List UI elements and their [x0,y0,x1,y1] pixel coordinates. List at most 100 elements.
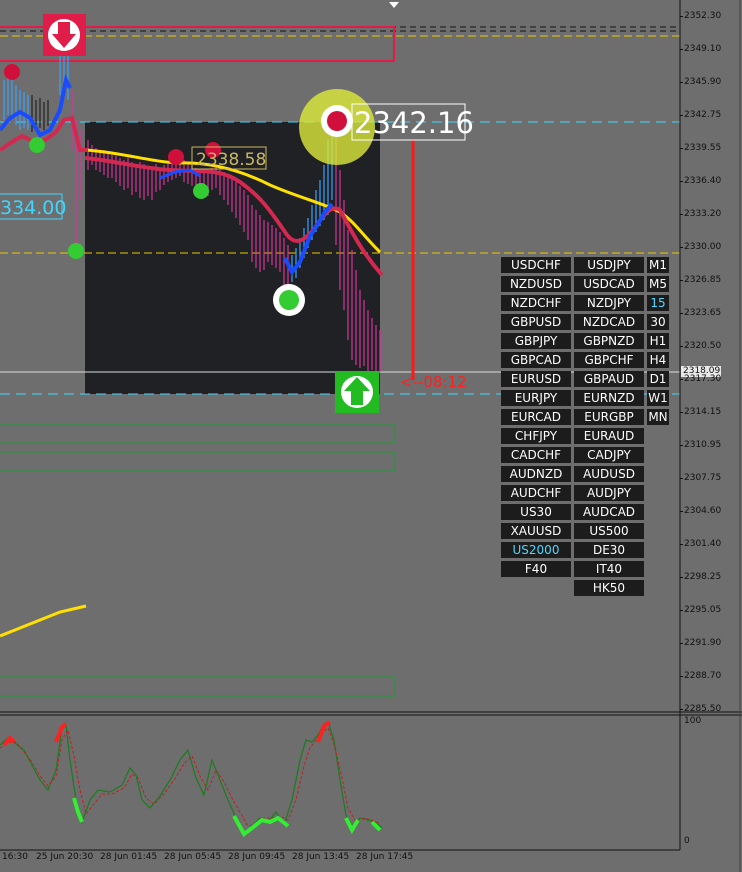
symbol-button[interactable]: EURUSD [501,371,571,387]
symbol-button[interactable]: AUDNZD [501,466,571,482]
oscillator-axis-100: 100 [684,716,702,726]
triangle-down-icon[interactable] [389,2,399,8]
oscillator-oversold-green-3 [344,817,360,835]
symbol-button[interactable]: US2000 [501,542,571,558]
symbol-button[interactable]: DE30 [574,542,644,558]
price-axis-tick [680,544,683,545]
symbol-button[interactable]: AUDJPY [574,485,644,501]
price-axis-label: 2339.55 [684,143,722,153]
price-axis-tick [680,577,683,578]
price-axis-label: 2301.40 [684,539,722,549]
price-axis-tick [680,313,683,314]
demand-zone-2 [0,451,396,472]
symbol-button[interactable]: IT40 [574,561,644,577]
price-axis-tick [680,346,683,347]
price-axis-label: 2333.20 [684,209,722,219]
symbol-button[interactable]: GBPCAD [501,352,571,368]
symbol-button[interactable]: EURJPY [501,390,571,406]
price-axis-label: 2352.30 [684,11,722,21]
buy-dot [29,137,45,153]
time-label: 16:30 [2,852,28,862]
symbol-button[interactable]: NZDJPY [574,295,644,311]
symbol-button[interactable]: GBPUSD [501,314,571,330]
symbol-button[interactable]: GBPJPY [501,333,571,349]
time-label: 28 Jun 17:45 [356,852,414,862]
oscillator-oversold-green-4 [370,820,382,832]
buy-dot [68,243,84,259]
sell-dot [4,64,20,80]
symbol-button[interactable]: GBPAUD [574,371,644,387]
timeframe-button[interactable]: D1 [647,371,669,387]
timeframe-button[interactable]: W1 [647,390,669,406]
symbol-button[interactable]: XAUUSD [501,523,571,539]
timeframe-button[interactable]: H4 [647,352,669,368]
price-axis-label: 2314.15 [684,407,722,417]
price-axis-tick [680,676,683,677]
price-axis-label: 2310.95 [684,440,722,450]
price-axis-label: 2288.70 [684,671,722,681]
price-axis-tick [680,82,683,83]
symbol-button[interactable]: NZDCHF [501,295,571,311]
price-axis-label: 2285.50 [684,704,722,714]
price-axis-tick [680,280,683,281]
symbol-button[interactable]: USDJPY [574,257,644,273]
symbol-button[interactable]: GBPNZD [574,333,644,349]
buy-dot [193,183,209,199]
oscillator-oversold-green-2 [232,815,290,837]
symbol-button[interactable]: EURAUD [574,428,644,444]
symbol-button[interactable]: CADCHF [501,447,571,463]
sell-dot [168,149,184,165]
timeframe-button[interactable]: MN [647,409,669,425]
symbol-button[interactable]: AUDUSD [574,466,644,482]
oscillator-oversold-green-1 [72,797,84,823]
symbol-button[interactable]: US500 [574,523,644,539]
timeframe-button[interactable]: 15 [647,295,669,311]
timeframe-button[interactable]: M5 [647,276,669,292]
oscillator-overbought-red-1 [2,735,16,747]
symbol-button[interactable]: US30 [501,504,571,520]
symbol-button[interactable]: HK50 [574,580,644,596]
buy-signal-dot [279,290,299,310]
price-axis-tick [680,445,683,446]
price-axis-tick [680,181,683,182]
price-axis-tick [680,214,683,215]
price-axis-label: 2317.30 [684,374,722,384]
symbol-button[interactable]: CHFJPY [501,428,571,444]
price-axis-label: 2307.75 [684,473,722,483]
symbol-button[interactable]: EURCAD [501,409,571,425]
timeframe-button[interactable]: 30 [647,314,669,330]
symbol-button[interactable]: USDCHF [501,257,571,273]
price-axis-tick [680,412,683,413]
price-axis-tick [680,115,683,116]
symbol-button[interactable]: GBPCHF [574,352,644,368]
price-axis-label: 2320.50 [684,341,722,351]
symbol-button[interactable]: EURNZD [574,390,644,406]
price-axis-label: 2330.00 [684,242,722,252]
time-label: 28 Jun 01:45 [100,852,158,862]
price-axis-label: 2323.65 [684,308,722,318]
oscillator-axis-0: 0 [684,836,690,846]
left-price-label: 334.00 [0,197,66,219]
oscillator-overbought-red-3 [316,720,332,743]
symbol-button[interactable]: CADJPY [574,447,644,463]
price-axis-label: 2342.75 [684,110,722,120]
trend-line-yellow [0,604,87,638]
time-label: 28 Jun 13:45 [292,852,350,862]
timeframe-button[interactable]: H1 [647,333,669,349]
symbol-button[interactable]: NZDCAD [574,314,644,330]
oscillator-overbought-red-2 [54,722,68,743]
price-axis-tick [680,643,683,644]
price-axis-label: 2304.60 [684,506,722,516]
sell-signal-dot [327,111,347,131]
time-label: 28 Jun 05:45 [164,852,222,862]
timeframe-button[interactable]: M1 [647,257,669,273]
symbol-button[interactable]: F40 [501,561,571,577]
price-axis-tick [680,709,683,710]
price-axis-label: 2298.25 [684,572,722,582]
symbol-button[interactable]: EURGBP [574,409,644,425]
symbol-button[interactable]: AUDCAD [574,504,644,520]
demand-zone-1 [0,424,396,444]
symbol-button[interactable]: NZDUSD [501,276,571,292]
symbol-button[interactable]: AUDCHF [501,485,571,501]
symbol-button[interactable]: USDCAD [574,276,644,292]
